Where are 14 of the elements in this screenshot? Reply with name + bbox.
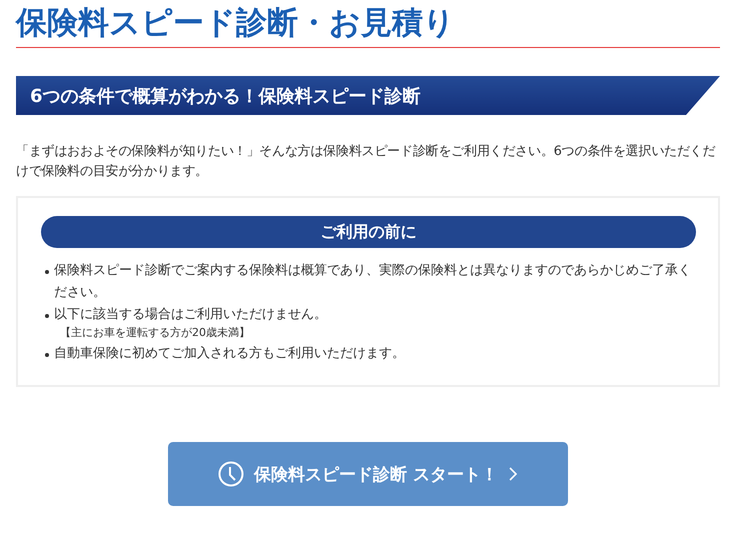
notice-item: 以下に該当する場合はご利用いただけません。 (54, 307, 327, 322)
notice-item: 保険料スピード診断でご案内する保険料は概算であり、実際の保険料とは異なりますのであらかじめご了承ください。 (54, 263, 691, 300)
bullet-icon (45, 314, 49, 318)
bullet-icon (45, 270, 49, 274)
section-heading: 6つの条件で概算がわかる！保険料スピード診断 (16, 76, 720, 115)
notice-item: 自動車保険に初めてご加入される方もご利用いただけます。 (54, 346, 405, 361)
clock-icon (218, 461, 244, 487)
notice-title: ご利用の前に (41, 216, 696, 248)
intro-text: 「まずはおおよその保険料が知りたい！」そんな方は保険料スピード診断をご利用ください。6つの条件を選択いただくだけで保険料の目安が分かります。 (16, 143, 716, 181)
bullet-icon (45, 353, 49, 357)
chevron-icon (508, 467, 518, 481)
notice-note: 【主にお車を運転する方が20歳未満】 (59, 326, 251, 340)
start-button[interactable]: 保険料スピード診断 スタート！ (168, 442, 568, 506)
page-title: 保険料スピード診断・お見積り (16, 0, 720, 48)
